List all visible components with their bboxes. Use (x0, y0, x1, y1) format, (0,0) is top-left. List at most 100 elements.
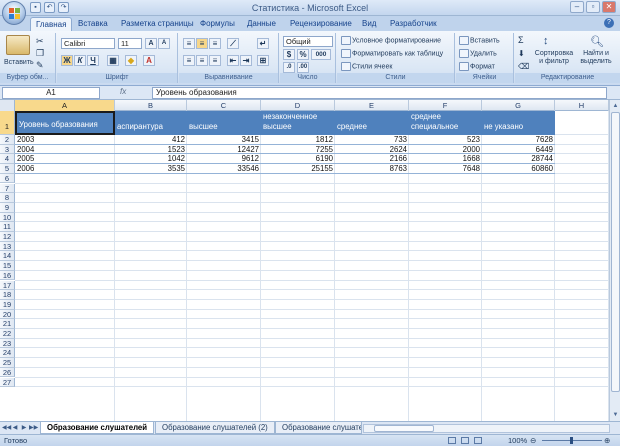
tab-review[interactable]: Рецензирование (285, 17, 357, 31)
table-cell[interactable]: 2624 (335, 145, 409, 155)
restore-button[interactable]: ▫ (586, 1, 600, 13)
last-sheet-icon[interactable]: ▶▶ (29, 424, 38, 433)
sort-filter-button[interactable]: Сортировка и фильтр (533, 50, 575, 66)
table-cell[interactable]: 3415 (187, 135, 261, 145)
row-header-21[interactable]: 21 (0, 319, 15, 329)
help-icon[interactable]: ? (604, 18, 614, 28)
tab-formulas[interactable]: Формулы (195, 17, 240, 31)
currency-button[interactable]: $ (283, 49, 295, 60)
column-header-a[interactable]: A (15, 100, 115, 111)
table-cell[interactable]: 1042 (115, 154, 187, 165)
table-header-cell[interactable]: аспирантура (115, 111, 187, 135)
table-cell[interactable]: 6449 (482, 145, 555, 155)
table-cell[interactable]: 2003 (15, 135, 115, 145)
increase-decimal-icon[interactable]: .0 (283, 62, 295, 73)
row-header-23[interactable]: 23 (0, 338, 15, 349)
bold-button[interactable]: Ж (61, 55, 73, 66)
column-header-h[interactable]: H (555, 100, 609, 111)
format-as-table-button[interactable]: Форматировать как таблицу (341, 49, 443, 58)
row-header-14[interactable]: 14 (0, 251, 15, 262)
sheet-tab-3[interactable]: Образование слушате (275, 422, 362, 434)
align-middle-icon[interactable]: ≡ (196, 38, 208, 49)
vertical-scroll-thumb[interactable] (611, 112, 620, 392)
prev-sheet-icon[interactable]: ◀ (11, 424, 19, 433)
sort-filter-icon[interactable]: ↕ (543, 35, 557, 48)
row-header-8[interactable]: 8 (0, 193, 15, 203)
font-color-icon[interactable]: A (143, 55, 155, 66)
table-cell[interactable]: 7255 (261, 145, 335, 155)
row-header-16[interactable]: 16 (0, 270, 15, 281)
table-cell[interactable]: 412 (115, 135, 187, 145)
function-icon[interactable]: fx (120, 87, 148, 99)
tab-developer[interactable]: Разработчик (385, 17, 442, 31)
table-header-cell[interactable]: Уровень образования (15, 111, 115, 135)
first-sheet-icon[interactable]: ◀◀ (2, 424, 11, 433)
find-select-button[interactable]: Найти и выделить (575, 50, 617, 66)
table-cell[interactable]: 3535 (115, 164, 187, 174)
format-painter-icon[interactable]: ✎ (36, 60, 44, 71)
scroll-down-icon[interactable]: ▼ (611, 410, 620, 420)
next-sheet-icon[interactable]: ▶ (20, 424, 28, 433)
row-header-4[interactable]: 4 (0, 154, 15, 165)
table-cell[interactable]: 7648 (409, 164, 482, 174)
row-header-17[interactable]: 17 (0, 280, 15, 291)
row-header-13[interactable]: 13 (0, 241, 15, 252)
table-cell[interactable]: 9612 (187, 154, 261, 165)
tab-home[interactable]: Главная (30, 17, 73, 31)
merge-cells-icon[interactable]: ⊞ (257, 55, 269, 66)
row-header-24[interactable]: 24 (0, 348, 15, 359)
table-cell[interactable]: 733 (335, 135, 409, 145)
sheet-tab-1[interactable]: Образование слушателей (40, 422, 155, 434)
table-cell[interactable]: 33546 (187, 164, 261, 174)
table-cell[interactable]: 523 (409, 135, 482, 145)
grow-font-icon[interactable]: A (145, 38, 157, 49)
autosum-button[interactable]: Σ (518, 36, 524, 45)
paste-button[interactable]: Вставить (4, 58, 34, 67)
fill-color-icon[interactable]: ◆ (125, 55, 137, 66)
shrink-font-icon[interactable]: A (158, 38, 170, 49)
percent-button[interactable]: % (297, 49, 309, 60)
scroll-up-icon[interactable]: ▲ (611, 101, 620, 111)
zoom-slider-thumb[interactable] (570, 437, 573, 444)
formula-input[interactable]: Уровень образования (152, 87, 607, 99)
row-header-12[interactable]: 12 (0, 232, 15, 242)
decrease-decimal-icon[interactable]: .00 (297, 62, 309, 73)
row-header-5[interactable]: 5 (0, 164, 15, 174)
align-bottom-icon[interactable]: ≡ (209, 38, 221, 49)
office-button[interactable] (2, 1, 26, 25)
table-cell[interactable]: 60860 (482, 164, 555, 174)
table-cell[interactable]: 1812 (261, 135, 335, 145)
font-name-select[interactable]: Calibri (61, 38, 115, 49)
name-box[interactable]: A1 (2, 87, 100, 99)
row-header-2[interactable]: 2 (0, 135, 15, 145)
cut-icon[interactable]: ✂ (36, 36, 44, 47)
align-right-icon[interactable]: ≡ (209, 55, 221, 66)
table-cell[interactable]: 2000 (409, 145, 482, 155)
row-header-22[interactable]: 22 (0, 329, 15, 339)
italic-button[interactable]: К (74, 55, 86, 66)
table-cell[interactable]: 2006 (15, 164, 115, 174)
insert-cells-button[interactable]: Вставить (459, 36, 500, 45)
borders-icon[interactable]: ▦ (107, 55, 119, 66)
select-all-corner[interactable] (0, 100, 15, 111)
thousands-button[interactable]: 000 (311, 49, 331, 60)
row-header-9[interactable]: 9 (0, 202, 15, 213)
align-top-icon[interactable]: ≡ (183, 38, 195, 49)
normal-view-icon[interactable] (448, 437, 456, 444)
row-header-15[interactable]: 15 (0, 261, 15, 271)
table-cell[interactable]: 1523 (115, 145, 187, 155)
orientation-icon[interactable]: ⟋ (227, 38, 239, 49)
tab-data[interactable]: Данные (242, 17, 281, 31)
close-button[interactable]: ✕ (602, 1, 616, 13)
worksheet-grid[interactable]: ABCDEFGH 1 2 3 4 5 6 7 8 9 10 11 12 13 14 15 16 17 18 19 20… (0, 100, 609, 421)
font-size-select[interactable]: 11 (118, 38, 142, 49)
delete-cells-button[interactable]: Удалить (459, 49, 497, 58)
row-header-19[interactable]: 19 (0, 299, 15, 310)
table-cell[interactable]: 2004 (15, 145, 115, 155)
table-cell[interactable]: 25155 (261, 164, 335, 174)
row-header-26[interactable]: 26 (0, 367, 15, 378)
row-header-25[interactable]: 25 (0, 358, 15, 368)
row-header-3[interactable]: 3 (0, 144, 15, 155)
vertical-scrollbar[interactable]: ▲ ▼ (609, 100, 620, 421)
decrease-indent-icon[interactable]: ⇤ (227, 55, 239, 66)
